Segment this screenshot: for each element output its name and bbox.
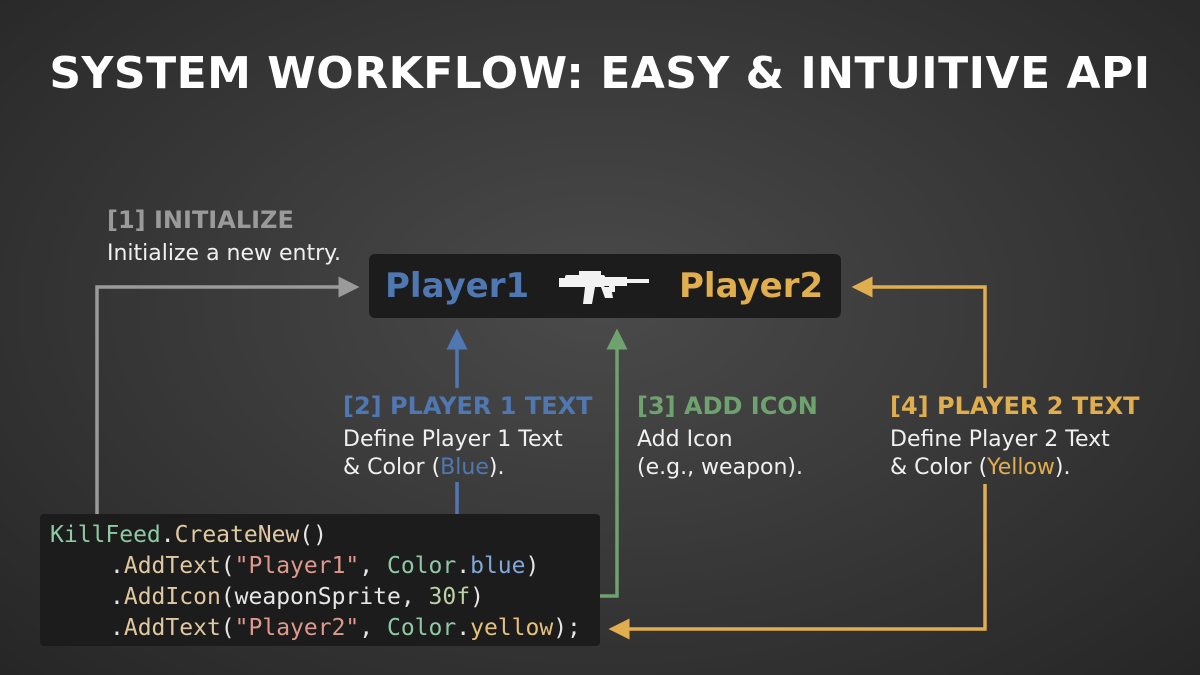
code-token: , bbox=[359, 553, 387, 579]
code-line-2: .AddText("Player1", Color.blue) bbox=[110, 551, 539, 582]
code-token: Color bbox=[386, 615, 457, 641]
step-initialize-desc: Initialize a new entry. bbox=[107, 241, 342, 266]
code-token: 30f bbox=[428, 584, 471, 610]
code-token: blue bbox=[470, 553, 526, 579]
step-add-icon: [3] ADD ICON Add Icon (e.g., weapon). bbox=[637, 392, 818, 482]
code-token: Color bbox=[386, 553, 457, 579]
step-initialize: [1] INITIALIZE Initialize a new entry. bbox=[107, 206, 341, 268]
step-add-icon-desc: Add Icon (e.g., weapon). bbox=[637, 426, 818, 482]
step-player1-color-word: Blue bbox=[440, 455, 489, 480]
code-token: weaponSprite bbox=[234, 584, 401, 610]
code-line-4: .AddText("Player2", Color.yellow); bbox=[110, 613, 581, 644]
code-token: . bbox=[456, 615, 471, 641]
code-token: "Player1" bbox=[234, 553, 360, 579]
step-player2-text: [4] PLAYER 2 TEXT Define Player 2 Text &… bbox=[890, 392, 1139, 482]
preview-player1: Player1 bbox=[385, 266, 530, 306]
code-token: ( bbox=[220, 553, 235, 579]
code-token: ) bbox=[470, 584, 484, 610]
step-player2-color-word: Yellow bbox=[987, 455, 1055, 480]
step-player1-text: [2] PLAYER 1 TEXT Define Player 1 Text &… bbox=[343, 392, 592, 482]
code-token: . bbox=[110, 615, 124, 641]
weapon-icon bbox=[559, 271, 649, 304]
code-token: , bbox=[400, 584, 429, 610]
preview-player2: Player2 bbox=[679, 266, 824, 306]
code-token: () bbox=[299, 522, 327, 548]
code-token: . bbox=[160, 522, 175, 548]
code-token: ( bbox=[220, 584, 235, 610]
step-player1-desc-pre: & Color ( bbox=[343, 455, 441, 480]
step-player1-title: [2] PLAYER 1 TEXT bbox=[343, 392, 593, 420]
code-token: ); bbox=[553, 615, 581, 641]
step-player1-desc-line1: Define Player 1 Text bbox=[343, 427, 563, 452]
code-token: KillFeed bbox=[50, 522, 161, 548]
code-line-3: .AddIcon(weaponSprite, 30f) bbox=[110, 582, 484, 613]
step-player2-desc-pre: & Color ( bbox=[890, 455, 988, 480]
code-token: AddIcon bbox=[123, 584, 221, 610]
step-add-icon-title: [3] ADD ICON bbox=[637, 392, 818, 420]
code-token: yellow bbox=[470, 615, 554, 641]
step-player2-desc: Define Player 2 Text & Color (Yellow). bbox=[890, 426, 1139, 482]
code-token: . bbox=[110, 553, 124, 579]
killfeed-preview: Player1 Player2 bbox=[369, 254, 841, 318]
arrow-initialize bbox=[95, 276, 360, 514]
step-player1-desc-post: ). bbox=[488, 455, 505, 480]
code-line-1: KillFeed.CreateNew() bbox=[50, 520, 327, 551]
code-snippet: KillFeed.CreateNew() .AddText("Player1",… bbox=[40, 514, 600, 646]
arrow-player2-to-preview bbox=[851, 276, 987, 388]
step-add-icon-desc-line1: Add Icon bbox=[637, 427, 733, 452]
arrow-player2-to-code bbox=[608, 484, 987, 640]
step-add-icon-desc-line2: (e.g., weapon). bbox=[637, 455, 804, 480]
code-token: ) bbox=[525, 553, 540, 579]
step-player1-desc: Define Player 1 Text & Color (Blue). bbox=[343, 426, 592, 482]
code-token: AddText bbox=[123, 553, 221, 579]
step-player2-title: [4] PLAYER 2 TEXT bbox=[890, 392, 1140, 420]
step-player2-desc-line1: Define Player 2 Text bbox=[890, 427, 1110, 452]
code-token: . bbox=[456, 553, 471, 579]
code-token: "Player2" bbox=[234, 615, 360, 641]
code-token: . bbox=[110, 584, 124, 610]
code-token: ( bbox=[220, 615, 235, 641]
step-player2-desc-post: ). bbox=[1054, 455, 1071, 480]
step-initialize-title: [1] INITIALIZE bbox=[107, 206, 294, 234]
code-token: AddText bbox=[123, 615, 221, 641]
code-token: CreateNew bbox=[174, 522, 300, 548]
code-token: , bbox=[359, 615, 387, 641]
